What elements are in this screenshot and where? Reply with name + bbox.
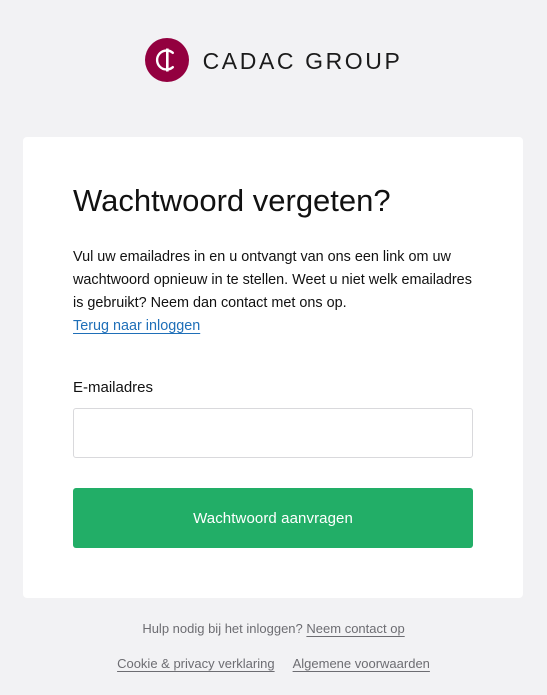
intro-text: Vul uw emailadres in en u ontvangt van o… [73,249,472,311]
privacy-link[interactable]: Cookie & privacy verklaring [117,655,275,673]
forgot-password-card: Wachtwoord vergeten? Vul uw emailadres i… [23,137,523,598]
help-line: Hulp nodig bij het inloggen? Neem contac… [0,620,547,638]
legal-links: Cookie & privacy verklaring Algemene voo… [0,655,547,673]
contact-link[interactable]: Neem contact op [306,621,404,636]
brand-name: CADAC GROUP [202,47,403,74]
page-title: Wachtwoord vergeten? [73,183,391,218]
terms-link[interactable]: Algemene voorwaarden [293,655,430,673]
brand-header: CADAC GROUP [0,38,547,82]
back-to-login-link[interactable]: Terug naar inloggen [73,315,200,338]
help-text: Hulp nodig bij het inloggen? [142,621,303,636]
cadac-logo-icon [144,38,189,82]
email-field[interactable] [73,408,473,458]
request-password-button[interactable]: Wachtwoord aanvragen [73,488,473,548]
email-label: E-mailadres [73,379,154,396]
